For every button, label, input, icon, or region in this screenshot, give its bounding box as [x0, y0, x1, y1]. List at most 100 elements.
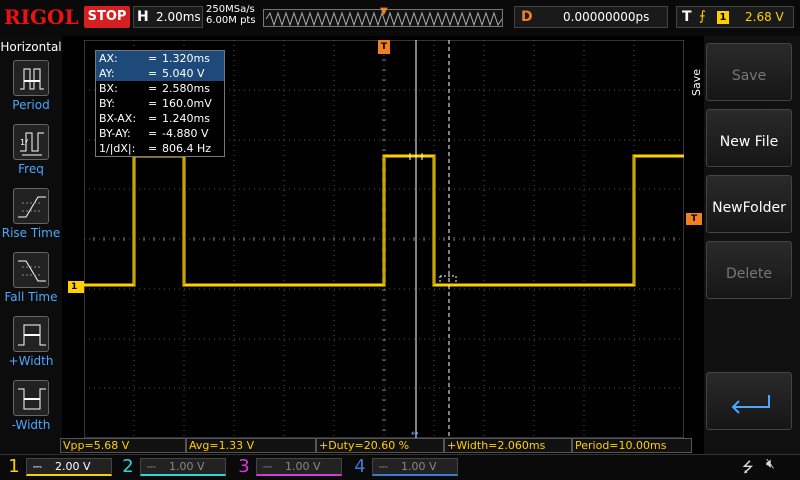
cursor-key: AX:	[99, 52, 118, 65]
measure-period-button[interactable]: Period	[0, 60, 62, 112]
measure-vpp[interactable]: Vpp=5.68 V	[60, 438, 186, 453]
channel-number: 3	[238, 456, 250, 477]
rise-time-icon	[13, 188, 49, 224]
cursor-equals: =	[148, 82, 158, 95]
period-icon	[13, 60, 49, 96]
save-button[interactable]: Save	[706, 43, 792, 101]
trigger-time-marker-icon[interactable]: T	[378, 40, 390, 54]
cursor-value: 160.0mV	[162, 97, 212, 110]
negative-width-icon	[13, 380, 49, 416]
cursor-key: BX-AX:	[99, 112, 137, 125]
new-file-button[interactable]: New File	[706, 109, 792, 167]
cursor-equals: =	[148, 52, 158, 65]
rise-time-label: Rise Time	[1, 226, 61, 240]
acquisition-info: 250MSa/s 6.00M pts	[206, 4, 262, 26]
channel-scale: 2.00 V	[55, 460, 91, 473]
brand-logo: RIGOL	[4, 5, 79, 29]
cursor-row: BY: = 160.0mV	[96, 96, 224, 111]
delay-display[interactable]: D 0.00000000ps	[514, 6, 668, 28]
mute-icon: 🔇︎	[766, 456, 775, 472]
fall-time-icon	[13, 252, 49, 288]
channel-number: 1	[8, 456, 20, 477]
channel-scale-box: ⎓ 2.00 V	[26, 458, 112, 476]
channel-1-offset-marker[interactable]: 1	[68, 281, 84, 293]
cursor-equals: =	[148, 67, 158, 80]
channel-number: 2	[122, 456, 134, 477]
svg-text:1/: 1/	[20, 138, 28, 147]
measure-positive-width-button[interactable]: +Width	[0, 316, 62, 368]
timebase-value: 2.00ms	[156, 10, 201, 24]
dc-coupling-icon: ⎓	[263, 460, 272, 473]
cursor-key: AY:	[99, 67, 115, 80]
period-label: Period	[12, 98, 50, 112]
cursor-value: 5.040 V	[162, 67, 205, 80]
trigger-level: 2.68 V	[745, 10, 784, 24]
horizontal-timebase[interactable]: H 2.00ms	[133, 6, 203, 28]
cursor-key: 1/|dX|:	[99, 142, 136, 155]
measure-negative-width-button[interactable]: -Width	[0, 380, 62, 432]
cursor-key: BY-AY:	[99, 127, 131, 140]
cursor-row: BX-AX: = 1.240ms	[96, 111, 224, 126]
panel-title: Horizontal	[0, 40, 62, 54]
fall-time-label: Fall Time	[4, 290, 58, 304]
trigger-display[interactable]: T ⨍ 1 2.68 V	[676, 6, 794, 28]
delay-key: D	[521, 9, 533, 25]
delay-value: 0.00000000ps	[563, 10, 650, 24]
cursor-arrows-icon: ↔	[411, 429, 419, 438]
cursor-row: 1/|dX|: = 806.4 Hz	[96, 141, 224, 156]
cursor-value: 1.320ms	[162, 52, 210, 65]
cursor-row: BY-AY: = -4.880 V	[96, 126, 224, 141]
channel-scale-box: ⎓ 1.00 V	[256, 458, 342, 476]
cursor-key: BX:	[99, 82, 118, 95]
memory-depth: 6.00M pts	[206, 15, 256, 26]
dc-coupling-icon: ⎓	[147, 460, 156, 473]
measurement-bar: Vpp=5.68 V Avg=1.33 V +Duty=20.60 % +Wid…	[60, 438, 692, 454]
cursor-equals: =	[148, 112, 158, 125]
positive-width-icon	[13, 316, 49, 352]
measure-avg[interactable]: Avg=1.33 V	[186, 438, 316, 453]
cursor-equals: =	[148, 97, 158, 110]
trigger-level-marker-icon[interactable]: T	[686, 213, 702, 225]
cursor-row: BX: = 2.580ms	[96, 81, 224, 96]
cursor-value: 2.580ms	[162, 82, 210, 95]
measure-fall-time-button[interactable]: Fall Time	[0, 252, 62, 304]
sample-rate: 250MSa/s	[206, 4, 255, 15]
delete-button-label: Delete	[726, 266, 772, 282]
measure-rise-time-button[interactable]: Rise Time	[0, 188, 62, 240]
cursor-row: AX: = 1.320ms	[96, 51, 224, 66]
cursor-readout-table: AX: = 1.320ms AY: = 5.040 V BX: = 2.580ms BY: = 160…	[95, 50, 225, 157]
trigger-key: T	[682, 9, 692, 25]
negative-width-label: -Width	[11, 418, 51, 432]
channel-scale: 1.00 V	[169, 460, 205, 473]
horizontal-key: H	[137, 9, 149, 25]
cursor-equals: =	[148, 142, 158, 155]
trigger-source: 1	[717, 11, 729, 24]
measure-freq-button[interactable]: 1/ Freq	[0, 124, 62, 176]
cursor-key: BY:	[99, 97, 115, 110]
cursor-equals: =	[148, 127, 158, 140]
menu-title: Save	[690, 68, 703, 96]
frequency-icon: 1/	[13, 124, 49, 160]
dc-coupling-icon: ⎓	[379, 460, 388, 473]
cursor-row: AY: = 5.040 V	[96, 66, 224, 81]
save-button-label: Save	[731, 68, 767, 84]
trigger-position-marker-icon: ▼	[380, 6, 388, 17]
new-folder-button[interactable]: NewFolder	[706, 175, 792, 233]
measure-period[interactable]: Period=10.00ms	[572, 438, 692, 453]
new-folder-button-label: NewFolder	[712, 200, 786, 216]
delete-button[interactable]: Delete	[706, 241, 792, 299]
cursor-value: 1.240ms	[162, 112, 210, 125]
cursor-value: -4.880 V	[162, 127, 209, 140]
measure-duty[interactable]: +Duty=20.60 %	[316, 438, 444, 453]
run-stop-status[interactable]: STOP	[84, 6, 130, 28]
usb-icon: ⭍	[742, 460, 754, 476]
back-button[interactable]	[706, 372, 792, 430]
rising-edge-icon: ⨍	[699, 9, 706, 24]
positive-width-label: +Width	[8, 354, 54, 368]
new-file-button-label: New File	[719, 134, 779, 150]
dc-coupling-icon: ⎓	[33, 460, 42, 473]
channel-number: 4	[354, 456, 366, 477]
channel-scale-box: ⎓ 1.00 V	[372, 458, 458, 476]
return-arrow-icon	[731, 395, 770, 414]
measure-width[interactable]: +Width=2.060ms	[444, 438, 572, 453]
